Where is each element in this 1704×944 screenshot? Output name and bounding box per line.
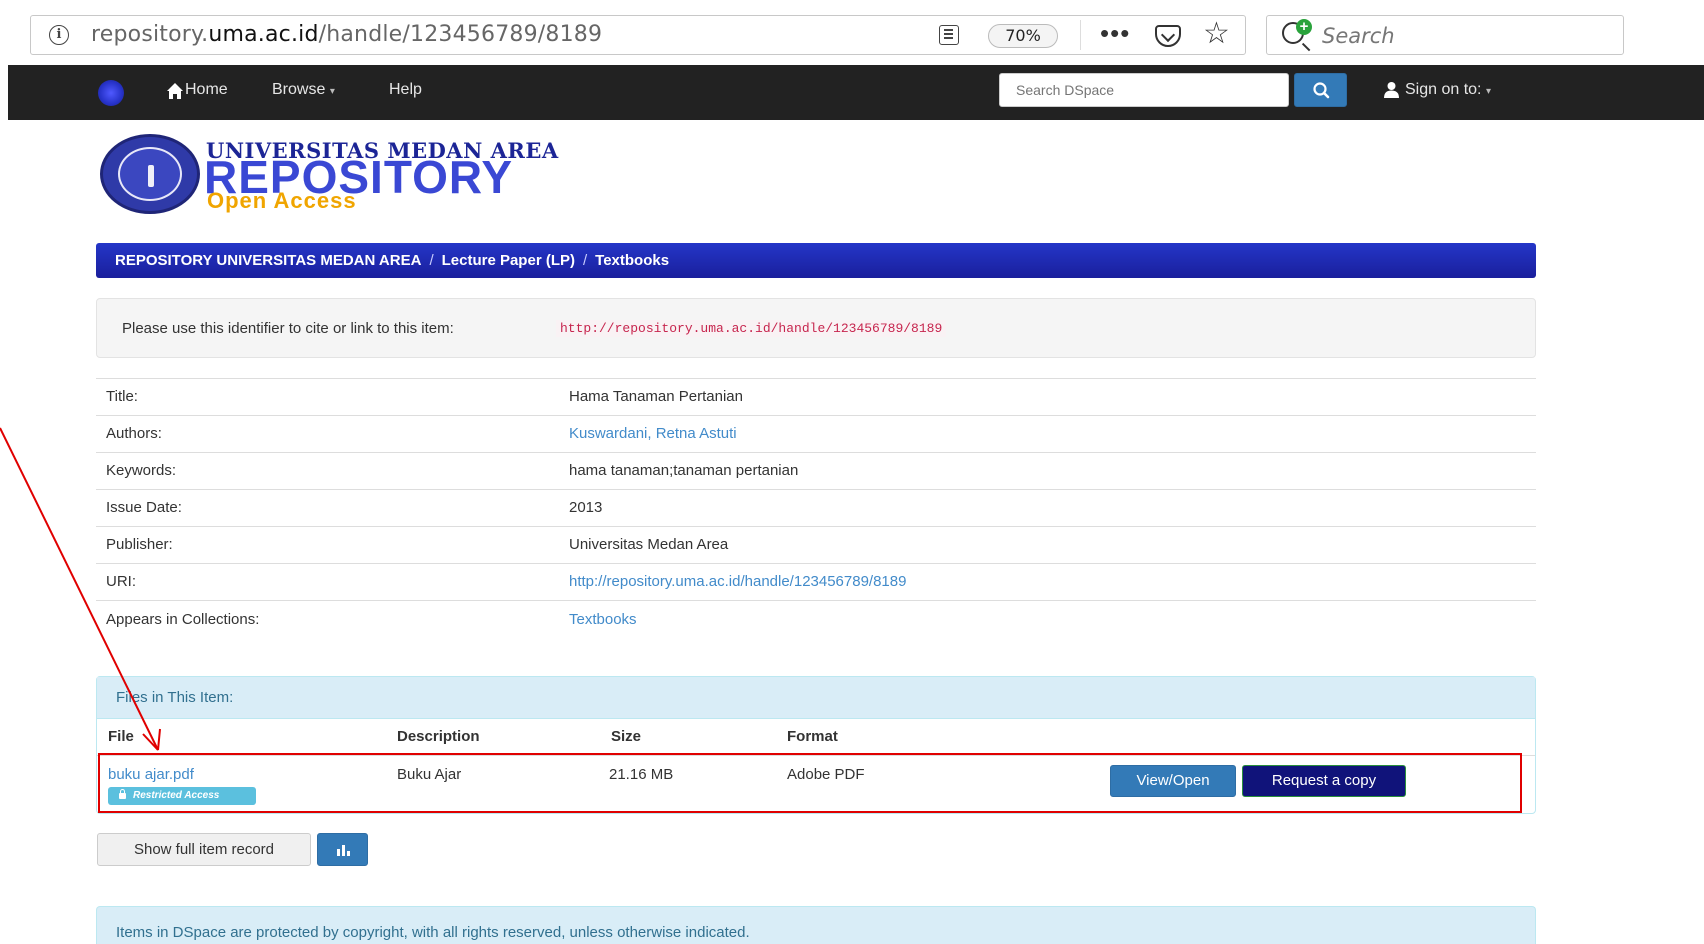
breadcrumb-separator: /: [582, 252, 588, 269]
collection-link[interactable]: Textbooks: [569, 611, 637, 628]
add-search-engine-icon: +: [1296, 19, 1312, 35]
breadcrumb: REPOSITORY UNIVERSITAS MEDAN AREA / Lectur…: [96, 243, 1536, 278]
browser-search-bar[interactable]: [1266, 15, 1624, 55]
sign-on-label: Sign on to:: [1405, 81, 1482, 98]
metadata-label: Title:: [106, 388, 138, 405]
column-header-file: File: [108, 728, 134, 745]
metadata-label: Publisher:: [106, 536, 173, 553]
metadata-label: Keywords:: [106, 462, 177, 479]
metadata-label: Appears in Collections:: [106, 611, 260, 628]
metadata-row-publisher: [96, 526, 1536, 563]
dspace-logo-icon[interactable]: [98, 80, 124, 106]
url-path: /handle/123456789/8189: [318, 22, 603, 47]
metadata-row-collections: [96, 600, 1536, 640]
dspace-search-input[interactable]: [999, 73, 1289, 107]
uri-link[interactable]: http://repository.uma.ac.id/handle/12345…: [569, 573, 906, 590]
metadata-row-authors: [96, 415, 1536, 452]
copyright-notice-text: Items in DSpace are protected by copyrig…: [116, 924, 750, 941]
nav-help-link[interactable]: Help: [389, 81, 422, 99]
author-link[interactable]: Kuswardani, Retna Astuti: [569, 425, 737, 442]
browser-search-placeholder: Search: [1322, 24, 1395, 48]
annotation-highlight-box: [98, 753, 1522, 813]
files-heading-text: Files in This Item:: [116, 689, 234, 706]
metadata-row-issue-date: [96, 489, 1536, 526]
statistics-button[interactable]: [317, 833, 368, 866]
search-icon: [1313, 82, 1330, 99]
metadata-row-keywords: [96, 452, 1536, 489]
brand-open-access: Open Access: [207, 188, 357, 213]
breadcrumb-item-lecture-paper[interactable]: Lecture Paper (LP): [442, 252, 575, 269]
page-actions-more-icon[interactable]: •••: [1100, 18, 1130, 49]
show-full-record-button[interactable]: Show full item record: [97, 833, 311, 866]
metadata-issue-date-value: 2013: [569, 499, 603, 516]
metadata-label: URI:: [106, 573, 136, 590]
metadata-title-value: Hama Tanaman Pertanian: [569, 388, 743, 405]
metadata-keywords-value: hama tanaman;tanaman pertanian: [569, 462, 799, 479]
bar-chart-icon: [337, 845, 350, 856]
metadata-label: Authors:: [106, 425, 162, 442]
nav-home-link[interactable]: Home: [185, 81, 228, 99]
metadata-publisher-value: Universitas Medan Area: [569, 536, 729, 553]
nav-browse-dropdown[interactable]: Browse ▾: [272, 81, 335, 99]
bookmark-star-icon[interactable]: ☆: [1203, 16, 1230, 52]
toolbar-divider: [1080, 20, 1081, 50]
sign-on-dropdown[interactable]: Sign on to: ▾: [1405, 81, 1491, 99]
zoom-level-badge[interactable]: 70%: [988, 24, 1058, 48]
breadcrumb-item-textbooks[interactable]: Textbooks: [595, 252, 669, 269]
column-header-description: Description: [397, 728, 480, 745]
user-icon: [1384, 82, 1399, 98]
url-text[interactable]: repository.uma.ac.id/handle/123456789/81…: [91, 22, 602, 47]
metadata-row-title: [96, 378, 1536, 415]
identifier-label: Please use this identifier to cite or li…: [122, 320, 454, 337]
files-panel-heading: [97, 677, 1535, 719]
url-prefix: repository.: [91, 22, 209, 47]
page-info-icon[interactable]: i: [49, 25, 69, 45]
caret-down-icon: ▾: [1485, 86, 1491, 97]
url-host: uma.ac.id: [208, 22, 319, 47]
nav-browse-label: Browse: [272, 81, 326, 98]
column-header-size: Size: [611, 728, 642, 745]
breadcrumb-item-repository[interactable]: REPOSITORY UNIVERSITAS MEDAN AREA: [115, 252, 421, 269]
column-header-format: Format: [787, 728, 838, 745]
university-seal-logo: [100, 134, 200, 214]
caret-down-icon: ▾: [329, 86, 335, 97]
dspace-search-button[interactable]: [1294, 73, 1347, 107]
reader-view-icon[interactable]: [939, 25, 959, 45]
metadata-label: Issue Date:: [106, 499, 182, 516]
home-icon: [167, 83, 183, 99]
identifier-url: http://repository.uma.ac.id/handle/12345…: [556, 320, 947, 337]
breadcrumb-separator: /: [429, 252, 434, 269]
